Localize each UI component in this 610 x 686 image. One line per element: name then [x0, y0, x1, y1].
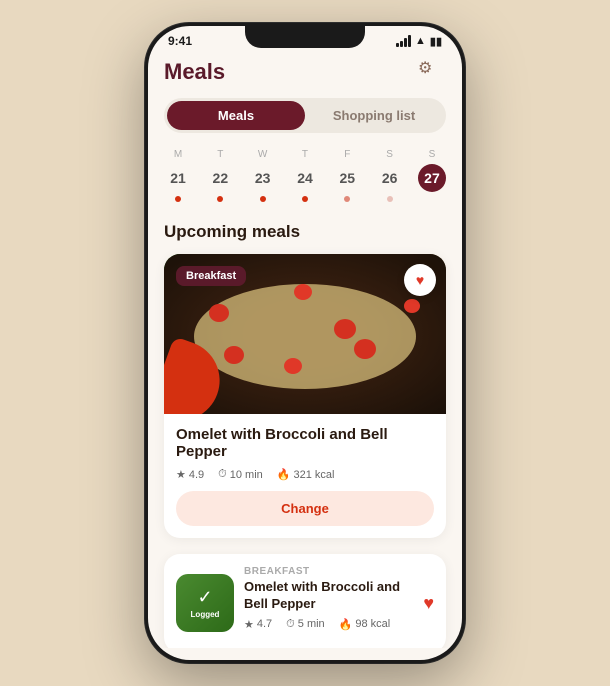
cal-num-thu: 24	[291, 164, 319, 192]
cal-num-sun: 27	[418, 164, 446, 192]
heart-icon: ♥	[416, 272, 424, 288]
logged-calories-value: 98 kcal	[355, 618, 390, 630]
cal-dot-sat	[387, 196, 393, 202]
tab-switcher: Meals Shopping list	[164, 98, 446, 133]
favorite-button[interactable]: ♥	[404, 264, 436, 296]
cal-dot-thu	[302, 196, 308, 202]
phone-screen: 9:41 ▲ ▮▮ Meals ⚙	[148, 26, 462, 660]
meal-title: Omelet with Broccoli and Bell Pepper	[176, 426, 434, 460]
cal-num-tue: 22	[206, 164, 234, 192]
main-meal-card: Breakfast ♥ Omelet with Broccoli and Bel…	[164, 254, 446, 538]
status-time: 9:41	[168, 34, 192, 48]
tab-meals[interactable]: Meals	[167, 101, 305, 130]
logged-time: ⏱ 5 min	[286, 618, 325, 631]
battery-icon: ▮▮	[430, 35, 442, 48]
phone-frame: 9:41 ▲ ▮▮ Meals ⚙	[145, 23, 465, 663]
cal-label-sun: S	[429, 149, 436, 160]
rating-value: 4.9	[189, 469, 204, 481]
header: Meals ⚙	[164, 50, 446, 98]
cal-label-wed: W	[258, 149, 267, 160]
cal-num-mon: 21	[164, 164, 192, 192]
tomato-3	[334, 319, 356, 339]
status-icons: ▲ ▮▮	[396, 35, 442, 48]
star-icon: ★	[176, 468, 186, 481]
cal-dot-wed	[260, 196, 266, 202]
notch	[245, 26, 365, 48]
cal-day-thu[interactable]: T 24	[291, 149, 319, 202]
cal-day-wed[interactable]: W 23	[249, 149, 277, 202]
cal-dot-fri	[344, 196, 350, 202]
tomato-2	[294, 284, 312, 300]
logged-time-value: 5 min	[298, 618, 325, 630]
meal-rating: ★ 4.9	[176, 468, 204, 481]
logged-favorite-button[interactable]: ♥	[423, 593, 434, 614]
logged-calories: 🔥 98 kcal	[339, 618, 391, 631]
change-button[interactable]: Change	[176, 491, 434, 526]
cal-day-sun[interactable]: S 27	[418, 149, 446, 202]
logged-thumbnail: ✓ Logged	[176, 574, 234, 632]
meal-meta-row: ★ 4.9 ⏱ 10 min 🔥 321 kcal	[176, 468, 434, 481]
clock-icon-2: ⏱	[286, 618, 295, 631]
star-icon-2: ★	[244, 618, 254, 631]
cal-label-fri: F	[344, 149, 350, 160]
meal-calories: 🔥 321 kcal	[277, 468, 335, 481]
signal-icon	[396, 35, 411, 47]
cal-label-tue: T	[217, 149, 223, 160]
cal-dot-tue	[217, 196, 223, 202]
tomato-6	[284, 358, 302, 374]
flame-icon: 🔥	[277, 468, 291, 481]
logged-rating: ★ 4.7	[244, 618, 272, 631]
cal-dot-mon	[175, 196, 181, 202]
flame-icon-2: 🔥	[339, 618, 353, 631]
tomato-1	[209, 304, 229, 322]
calendar-row: M 21 T 22 W 23 T	[164, 149, 446, 202]
cal-day-sat[interactable]: S 26	[376, 149, 404, 202]
logged-meal-info: BREAKFAST Omelet with Broccoli and Bell …	[244, 566, 413, 641]
check-icon: ✓	[197, 587, 212, 608]
cal-day-tue[interactable]: T 22	[206, 149, 234, 202]
logged-category: BREAKFAST	[244, 566, 413, 577]
meal-time: ⏱ 10 min	[218, 468, 263, 481]
clock-icon: ⏱	[218, 468, 227, 481]
logged-label: Logged	[191, 610, 220, 619]
time-value: 10 min	[230, 469, 263, 481]
tomato-7	[354, 339, 376, 359]
logged-meta-row: ★ 4.7 ⏱ 5 min 🔥 98 kcal	[244, 618, 413, 631]
logged-rating-value: 4.7	[257, 618, 272, 630]
wifi-icon: ▲	[415, 35, 426, 47]
screen-content: Meals ⚙ Meals Shopping list M 21	[148, 50, 462, 648]
meal-details: Omelet with Broccoli and Bell Pepper ★ 4…	[164, 414, 446, 538]
meal-badge: Breakfast	[176, 266, 246, 286]
cal-label-mon: M	[174, 149, 182, 160]
logged-meal-card: ✓ Logged BREAKFAST Omelet with Broccoli …	[164, 554, 446, 648]
tab-shopping[interactable]: Shopping list	[305, 101, 443, 130]
cal-dot-sun	[429, 196, 435, 202]
calories-value: 321 kcal	[294, 469, 335, 481]
tomato-5	[224, 346, 244, 364]
page-title: Meals	[164, 59, 225, 85]
cal-num-wed: 23	[249, 164, 277, 192]
cal-label-sat: S	[386, 149, 393, 160]
tomato-4	[404, 299, 420, 313]
upcoming-meals-heading: Upcoming meals	[164, 222, 446, 242]
cal-num-fri: 25	[333, 164, 361, 192]
settings-icon[interactable]: ⚙	[418, 58, 446, 86]
logged-meal-name: Omelet with Broccoli and Bell Pepper	[244, 579, 413, 613]
meal-image: Breakfast ♥	[164, 254, 446, 414]
cal-day-mon[interactable]: M 21	[164, 149, 192, 202]
cal-label-thu: T	[302, 149, 308, 160]
cal-day-fri[interactable]: F 25	[333, 149, 361, 202]
cal-num-sat: 26	[376, 164, 404, 192]
